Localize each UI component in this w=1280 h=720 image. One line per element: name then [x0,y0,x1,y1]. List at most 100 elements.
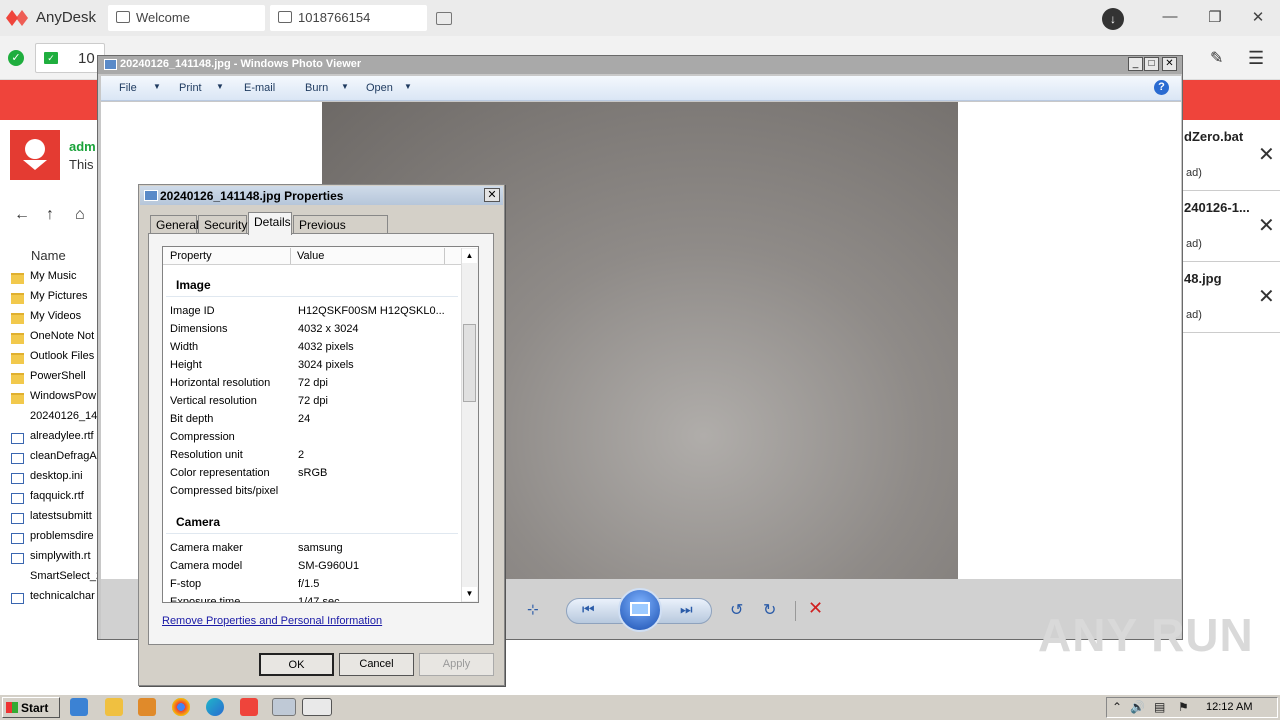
tab-welcome[interactable]: Welcome [108,5,265,31]
minimize-button[interactable]: — [1160,8,1180,25]
value-column-header[interactable]: Value [297,250,324,262]
property-value[interactable]: f/1.5 [298,578,319,590]
details-scrollbar[interactable] [461,248,478,602]
chevron-down-icon[interactable]: ▼ [153,82,161,91]
property-value[interactable]: 72 dpi [298,377,328,389]
download-icon[interactable]: ↓ [1102,8,1124,30]
file-list-item[interactable]: SmartSelect_2 [11,570,97,590]
property-value[interactable]: 2 [298,449,304,461]
apply-button[interactable]: Apply [419,653,494,676]
close-icon[interactable]: ✕ [1258,213,1275,238]
close-button[interactable]: ✕ [1248,8,1268,26]
tab-previous-versions[interactable]: Previous Versions [293,215,388,246]
file-list-item[interactable]: My Music [11,270,97,290]
cancel-button[interactable]: Cancel [339,653,414,676]
rotate-right-icon[interactable]: ↻ [763,600,776,620]
file-list-item[interactable]: cleanDefragA [11,450,97,470]
column-divider[interactable] [290,248,291,264]
scroll-thumb[interactable] [463,324,476,402]
home-icon[interactable]: ⌂ [75,206,85,224]
menu-burn[interactable]: Burn [305,82,328,94]
file-list-item[interactable]: simplywith.rt [11,550,97,570]
restore-button[interactable]: ❐ [1205,8,1225,26]
internet-explorer-icon[interactable] [70,698,88,716]
hamburger-menu-icon[interactable]: ☰ [1248,48,1264,69]
property-value[interactable]: 3024 pixels [298,359,354,371]
address-field[interactable]: ✓ 10 [35,43,105,73]
property-value[interactable]: 4032 x 3024 [298,323,359,335]
file-list-item[interactable]: faqquick.rtf [11,490,97,510]
file-list-item[interactable]: OneNote Not [11,330,97,350]
file-explorer-icon[interactable] [105,698,123,716]
file-list-item[interactable]: My Videos [11,310,97,330]
menu-file[interactable]: File [119,82,137,94]
property-value[interactable]: 4032 pixels [298,341,354,353]
edge-icon[interactable] [206,698,224,716]
property-value[interactable]: H12QSKF00SM H12QSKL0... [298,305,445,317]
tab-security[interactable]: Security [198,215,247,234]
delete-icon[interactable]: ✕ [808,598,823,619]
maximize-button[interactable]: □ [1144,57,1159,71]
next-icon[interactable]: ⏭ [680,601,693,618]
close-button[interactable]: ✕ [484,188,500,202]
slideshow-icon[interactable] [618,588,662,632]
menu-open[interactable]: Open [366,82,393,94]
remove-properties-link[interactable]: Remove Properties and Personal Informati… [162,615,382,627]
anydesk-taskbar-icon[interactable] [240,698,258,716]
volume-icon[interactable]: 🔊 [1130,700,1145,714]
chevron-down-icon[interactable]: ▼ [216,82,224,91]
scroll-up-icon[interactable]: ▲ [462,249,477,263]
new-session-icon[interactable] [436,12,452,25]
scroll-down-icon[interactable]: ▼ [462,587,477,601]
download-title[interactable]: 240126-1... [1184,200,1250,215]
show-hidden-icons[interactable]: ⌃ [1112,700,1122,714]
tab-general[interactable]: General [150,215,199,234]
close-button[interactable]: ✕ [1162,57,1177,71]
file-list-item[interactable]: technicalchar [11,590,97,610]
file-list-item[interactable]: WindowsPow [11,390,97,410]
column-divider[interactable] [444,248,445,264]
network-icon[interactable]: ▤ [1154,700,1165,714]
file-list-item[interactable]: My Pictures [11,290,97,310]
chrome-icon[interactable] [172,698,190,716]
file-list-item[interactable]: problemsdire [11,530,97,550]
close-icon[interactable]: ✕ [1258,142,1275,167]
rotate-left-icon[interactable]: ↺ [730,600,743,620]
minimize-button[interactable]: _ [1128,57,1143,71]
file-list-item[interactable]: latestsubmitt [11,510,97,530]
tab-details[interactable]: Details [248,212,292,235]
properties-taskbar-icon[interactable] [302,698,332,716]
file-list-item[interactable]: alreadylee.rtf [11,430,97,450]
menu-email[interactable]: E-mail [244,82,275,94]
clock[interactable]: 12:12 AM [1206,701,1252,713]
property-value[interactable]: 24 [298,413,310,425]
back-arrow-icon[interactable]: ← [14,206,30,224]
chevron-down-icon[interactable]: ▼ [404,82,412,91]
chevron-down-icon[interactable]: ▼ [341,82,349,91]
property-value[interactable]: sRGB [298,467,327,479]
file-list-item[interactable]: desktop.ini [11,470,97,490]
file-list-item[interactable]: Outlook Files [11,350,97,370]
tab-remote-session[interactable]: 1018766154 [270,5,427,31]
property-value[interactable]: 72 dpi [298,395,328,407]
property-value[interactable]: SM-G960U1 [298,560,359,572]
name-column-header[interactable]: Name [31,248,66,263]
download-title[interactable]: dZero.bat [1184,129,1243,144]
ok-button[interactable]: OK [259,653,334,676]
start-button[interactable]: Start [2,697,60,718]
property-value[interactable]: 1/47 sec. [298,596,343,602]
menu-print[interactable]: Print [179,82,202,94]
property-column-header[interactable]: Property [170,250,212,262]
actual-size-icon[interactable]: ⊹ [527,601,539,618]
property-value[interactable]: samsung [298,542,343,554]
photo-viewer-taskbar-icon[interactable] [272,698,296,716]
file-list-item[interactable]: PowerShell [11,370,97,390]
flag-icon[interactable]: ⚑ [1178,700,1189,714]
media-player-icon[interactable] [138,698,156,716]
pen-icon[interactable]: ✎ [1210,48,1223,68]
up-arrow-icon[interactable]: ↑ [46,206,54,224]
previous-icon[interactable]: ⏮ [582,601,595,618]
download-title[interactable]: 48.jpg [1184,271,1222,286]
help-icon[interactable]: ? [1154,80,1169,95]
close-icon[interactable]: ✕ [1258,284,1275,309]
